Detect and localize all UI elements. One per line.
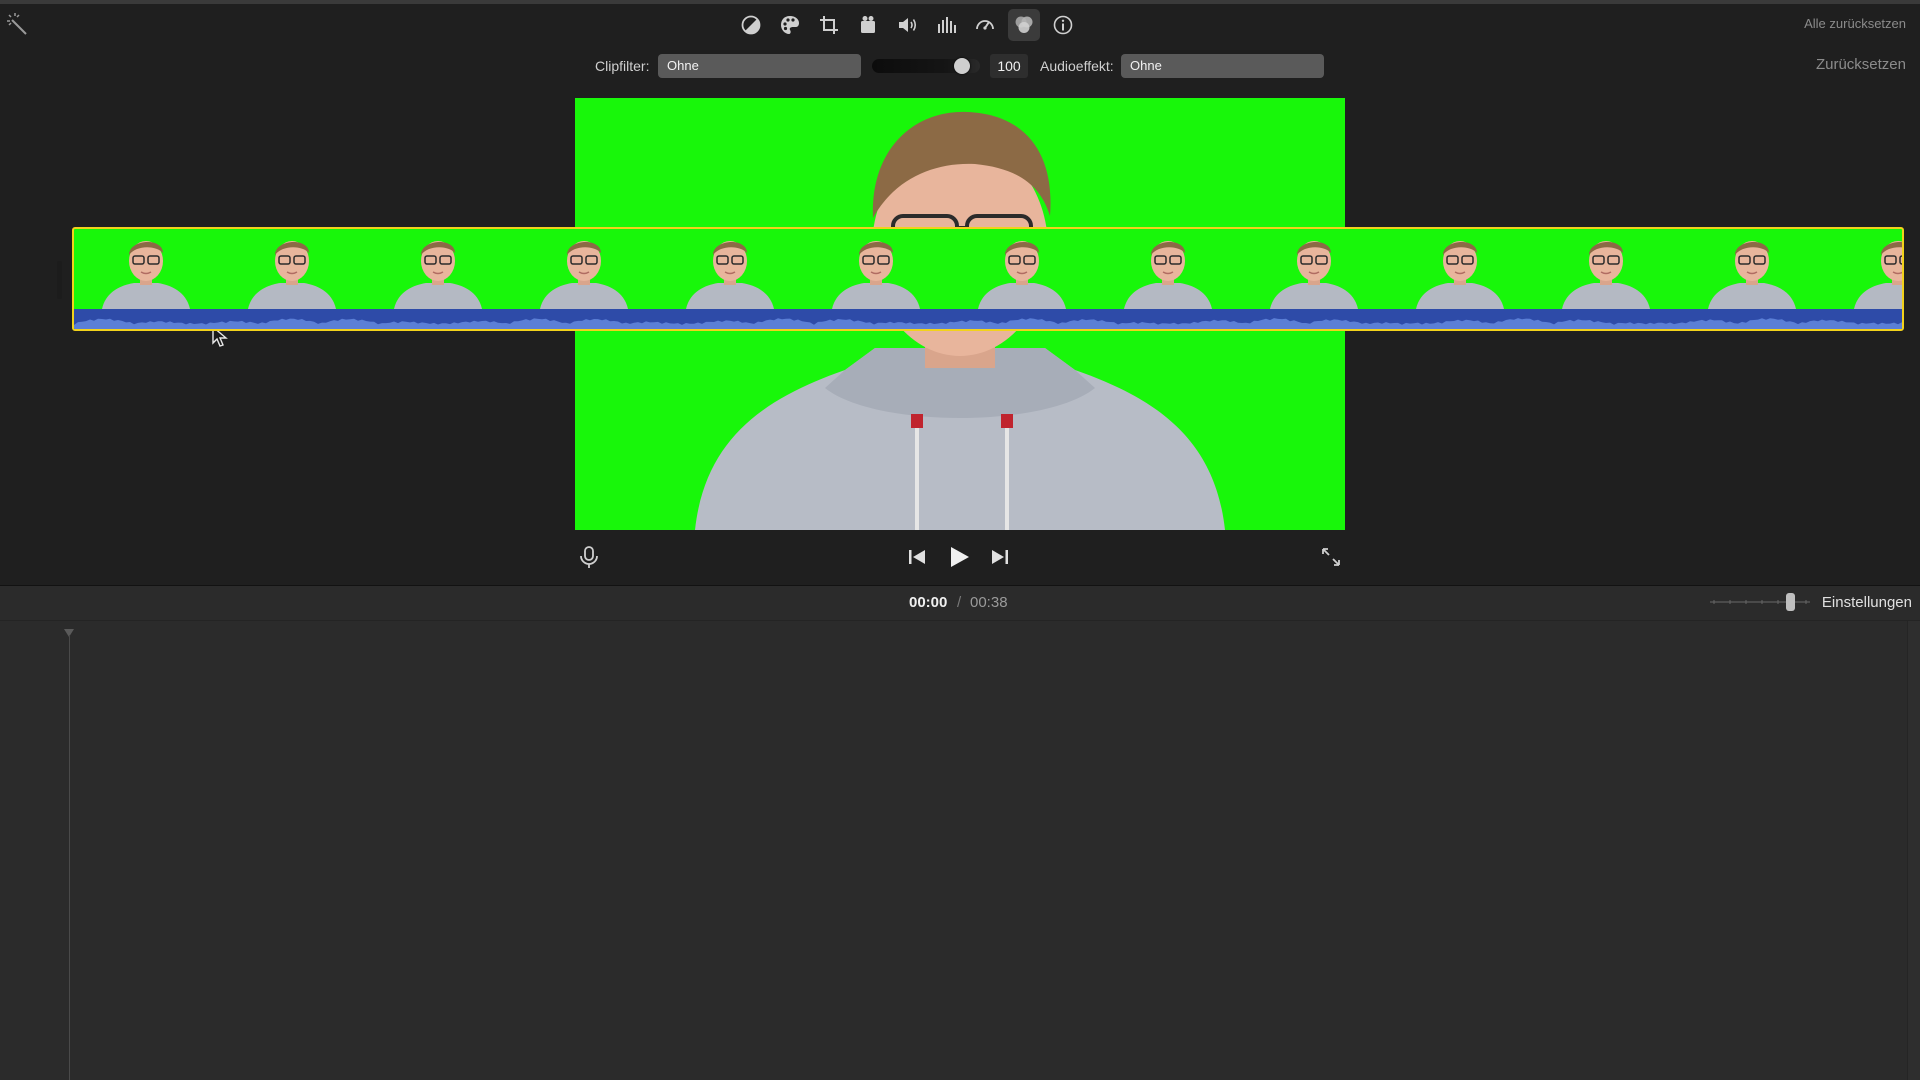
time-separator: / xyxy=(957,594,962,611)
clip-thumbnails xyxy=(102,241,1902,309)
volume-button[interactable] xyxy=(891,9,923,41)
stabilization-icon xyxy=(861,16,875,33)
clip-frame-thumbnail xyxy=(394,241,482,309)
reset-all-button[interactable]: Alle zurücksetzen xyxy=(1804,16,1906,31)
skip-forward-icon xyxy=(992,550,1008,564)
timeline-zoom-slider[interactable] xyxy=(1710,600,1810,604)
clip-frame-thumbnail xyxy=(1708,241,1796,309)
playhead-line xyxy=(69,635,70,1080)
clip-frame-thumbnail xyxy=(978,241,1066,309)
play-button[interactable] xyxy=(946,544,972,570)
speed-button[interactable] xyxy=(969,9,1001,41)
timeline[interactable] xyxy=(0,621,1920,1080)
clip-filter-button[interactable] xyxy=(1008,9,1040,41)
crop-button[interactable] xyxy=(813,9,845,41)
current-time: 00:00 xyxy=(909,594,948,611)
audio-effect-label: Audioeffekt: xyxy=(1040,58,1114,74)
timeline-scrollbar[interactable] xyxy=(1907,621,1920,1080)
color-correction-icon xyxy=(781,16,799,34)
skip-back-button[interactable] xyxy=(904,544,930,570)
clip-frame-thumbnail xyxy=(1562,241,1650,309)
total-time: 00:38 xyxy=(970,594,1008,611)
waveform-shape xyxy=(74,318,1902,329)
info-button[interactable] xyxy=(1047,9,1079,41)
time-bar: 00:00 / 00:38 Einstellungen xyxy=(0,586,1920,621)
clip-frame-thumbnail xyxy=(1854,241,1902,309)
magic-wand-icon[interactable] xyxy=(6,12,30,36)
clip-filter-icon xyxy=(1015,16,1033,33)
fullscreen-button[interactable] xyxy=(1318,544,1344,570)
audio-effect-select[interactable]: Ohne xyxy=(1121,54,1324,78)
settings-button[interactable]: Einstellungen xyxy=(1822,594,1912,611)
window-top-border xyxy=(0,0,1920,4)
volume-icon xyxy=(899,18,917,32)
clip-frame-thumbnail xyxy=(1416,241,1504,309)
fullscreen-icon xyxy=(1322,548,1340,566)
playback-controls xyxy=(0,540,1920,574)
clip-grab-handle[interactable] xyxy=(57,261,62,299)
audio-waveform xyxy=(74,309,1902,329)
clip-frame-thumbnail xyxy=(248,241,336,309)
noise-reduction-icon xyxy=(938,17,956,33)
clip-filter-select[interactable]: Ohne xyxy=(658,54,861,78)
adjustment-toolbar xyxy=(735,8,1079,42)
clip-frame-thumbnail xyxy=(540,241,628,309)
clip-frame-thumbnail xyxy=(1270,241,1358,309)
color-correction-button[interactable] xyxy=(774,9,806,41)
filter-row: Clipfilter: Ohne 100 Audioeffekt: Ohne xyxy=(0,54,1920,80)
clip-frame-thumbnail xyxy=(832,241,920,309)
voiceover-button[interactable] xyxy=(576,544,602,570)
microphone-icon xyxy=(580,546,598,568)
clip-frame-thumbnail xyxy=(686,241,774,309)
crop-icon xyxy=(820,16,838,34)
skip-forward-button[interactable] xyxy=(987,544,1013,570)
speed-icon xyxy=(976,20,994,30)
stabilization-button[interactable] xyxy=(852,9,884,41)
noise-reduction-button[interactable] xyxy=(930,9,962,41)
filter-amount-slider-knob[interactable] xyxy=(954,58,970,74)
skip-back-icon xyxy=(909,550,925,564)
video-clip[interactable] xyxy=(72,227,1904,331)
clip-frame-thumbnail xyxy=(102,241,190,309)
color-balance-button[interactable] xyxy=(735,9,767,41)
play-icon xyxy=(951,547,969,567)
timeline-zoom-knob[interactable] xyxy=(1786,593,1795,611)
filter-amount-value[interactable]: 100 xyxy=(990,54,1028,78)
clip-filter-label: Clipfilter: xyxy=(595,58,650,74)
clip-frame-thumbnail xyxy=(1124,241,1212,309)
color-balance-icon xyxy=(741,15,761,35)
info-icon xyxy=(1053,15,1073,35)
